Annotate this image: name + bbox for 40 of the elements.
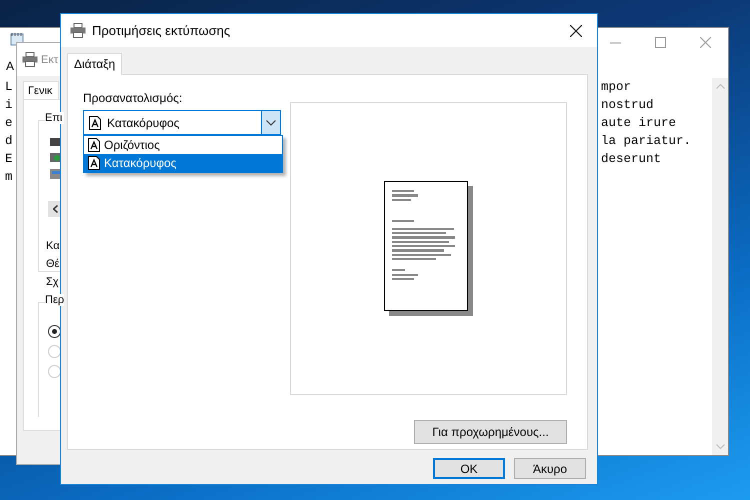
printer-icon	[22, 52, 38, 67]
group-label: Περ	[45, 294, 64, 306]
field-label: Θέ	[46, 258, 60, 270]
document-icon	[89, 116, 101, 130]
text-line: E	[5, 151, 13, 168]
menu-item[interactable]: Α	[6, 59, 14, 73]
dropdown-option[interactable]: Οριζόντιος	[84, 136, 282, 154]
field-label: Προσανατολισμός:	[83, 91, 184, 105]
field-label: Σχ	[46, 276, 59, 288]
minimize-icon[interactable]	[610, 42, 621, 44]
dialog-button[interactable]: Άκυρο	[514, 458, 586, 479]
orientation-dropdown[interactable]: Κατακόρυφος	[83, 110, 282, 135]
text-line: aute irure	[601, 115, 678, 132]
text-line: mpor	[601, 79, 632, 96]
window-title: Εκτ	[41, 54, 58, 66]
field-label: Κα	[46, 240, 60, 252]
document-icon	[88, 138, 100, 152]
text-line: L	[5, 79, 13, 96]
text-line: i	[5, 97, 13, 114]
text-line: e	[5, 115, 13, 132]
document-icon	[88, 156, 100, 170]
dropdown-option[interactable]: Κατακόρυφος	[84, 154, 282, 172]
radio-button[interactable]	[48, 325, 61, 338]
chevron-down-icon	[266, 120, 276, 126]
chevron-left-icon	[52, 205, 58, 213]
text-line: deserunt	[601, 151, 662, 168]
close-icon[interactable]	[570, 24, 582, 36]
window-title: Προτιμήσεις εκτύπωσης	[92, 23, 230, 38]
text-line: la pariatur.	[601, 133, 692, 150]
tab[interactable]: Διάταξη	[67, 53, 122, 75]
advanced-button[interactable]: Για προχωρημένους...	[414, 420, 567, 444]
text-line: nostrud	[601, 97, 655, 114]
maximize-icon[interactable]	[655, 37, 666, 48]
printer-icon	[70, 23, 86, 38]
text-line: m	[5, 169, 13, 186]
printer-list-drawing[interactable]	[50, 136, 60, 182]
group-label: Επι	[45, 112, 64, 124]
text-line: d	[5, 133, 13, 150]
dialog-button[interactable]: OK	[433, 458, 505, 479]
dropdown-button[interactable]	[261, 111, 280, 134]
